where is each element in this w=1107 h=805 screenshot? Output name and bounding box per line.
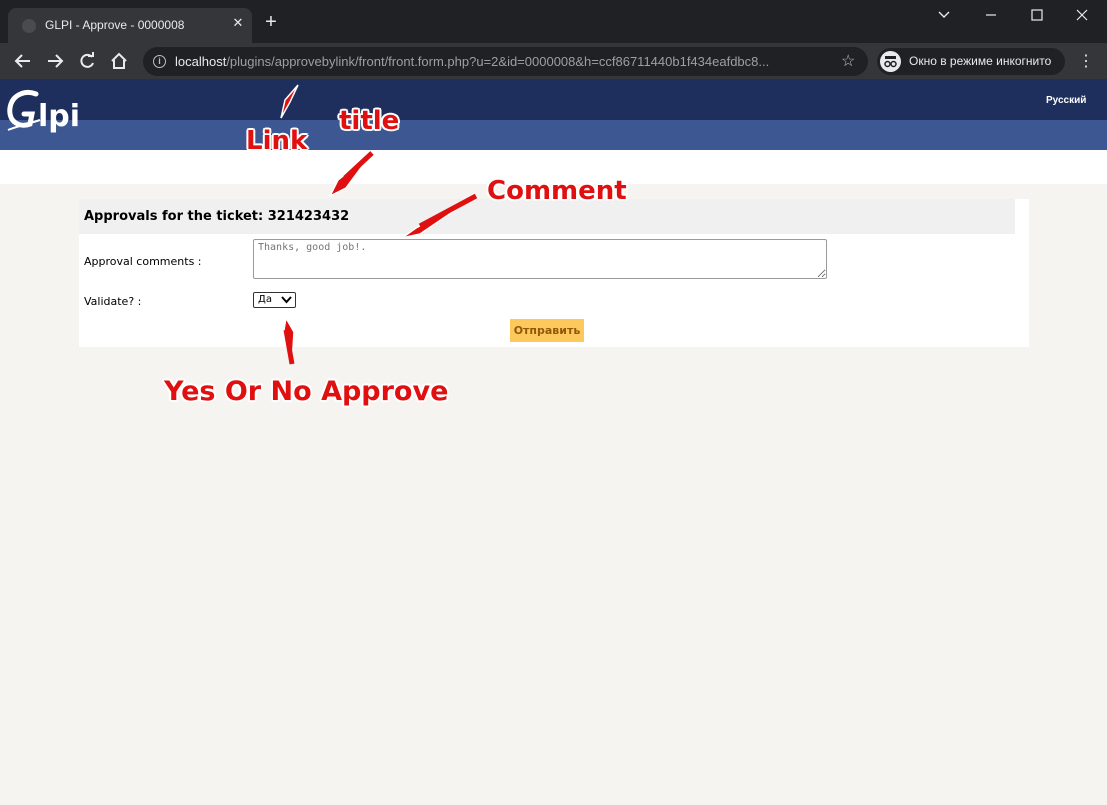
- maximize-icon[interactable]: [1031, 9, 1047, 21]
- glpi-logo[interactable]: lpi: [6, 86, 106, 140]
- annotation-comment: Comment: [487, 176, 627, 206]
- language-link[interactable]: Русский: [1046, 95, 1086, 106]
- browser-titlebar: GLPI - Approve - 0000008 ✕ +: [0, 0, 1107, 43]
- browser-menu-icon[interactable]: ⋮: [1078, 51, 1094, 71]
- annotation-link: Link: [246, 126, 308, 156]
- browser-toolbar: i localhost/plugins/approvebylink/front/…: [0, 43, 1107, 79]
- glpi-header: [0, 79, 1107, 120]
- comments-textarea[interactable]: [253, 239, 827, 279]
- comments-label: Approval comments :: [84, 255, 202, 268]
- site-info-icon[interactable]: i: [153, 55, 166, 68]
- back-icon[interactable]: [14, 51, 32, 71]
- new-tab-icon[interactable]: +: [262, 12, 280, 32]
- home-icon[interactable]: [110, 51, 128, 71]
- svg-text:lpi: lpi: [38, 99, 80, 134]
- tab-close-icon[interactable]: ✕: [230, 15, 246, 31]
- annotation-approve: Yes Or No Approve: [164, 376, 449, 407]
- tab-favicon-icon: [22, 19, 36, 33]
- validate-select[interactable]: Да: [253, 292, 296, 308]
- incognito-badge[interactable]: Окно в режиме инкогнито: [877, 48, 1065, 75]
- forward-icon[interactable]: [46, 51, 64, 71]
- form-title: Approvals for the ticket: 321423432: [84, 209, 350, 224]
- validate-select-value: Да: [258, 294, 272, 305]
- incognito-label: Окно в режиме инкогнито: [909, 54, 1052, 68]
- glpi-subheader: [0, 120, 1107, 150]
- annotation-title: title: [339, 106, 400, 136]
- tab-search-icon[interactable]: [937, 10, 953, 20]
- tab-title: GLPI - Approve - 0000008: [45, 18, 185, 32]
- url-text: localhost/plugins/approvebylink/front/fr…: [175, 54, 770, 69]
- window-close-icon[interactable]: [1076, 9, 1092, 21]
- bookmark-star-icon[interactable]: ☆: [841, 51, 855, 71]
- approval-form: Approvals for the ticket: 321423432 Appr…: [79, 199, 1029, 347]
- minimize-icon[interactable]: [985, 14, 1001, 16]
- address-bar[interactable]: i localhost/plugins/approvebylink/front/…: [143, 47, 868, 76]
- chevron-down-icon: [281, 296, 292, 304]
- browser-tab[interactable]: GLPI - Approve - 0000008 ✕: [8, 8, 252, 43]
- submit-button[interactable]: Отправить: [510, 319, 584, 342]
- reload-icon[interactable]: [78, 51, 96, 71]
- validate-label: Validate? :: [84, 295, 142, 308]
- incognito-icon: [880, 51, 901, 72]
